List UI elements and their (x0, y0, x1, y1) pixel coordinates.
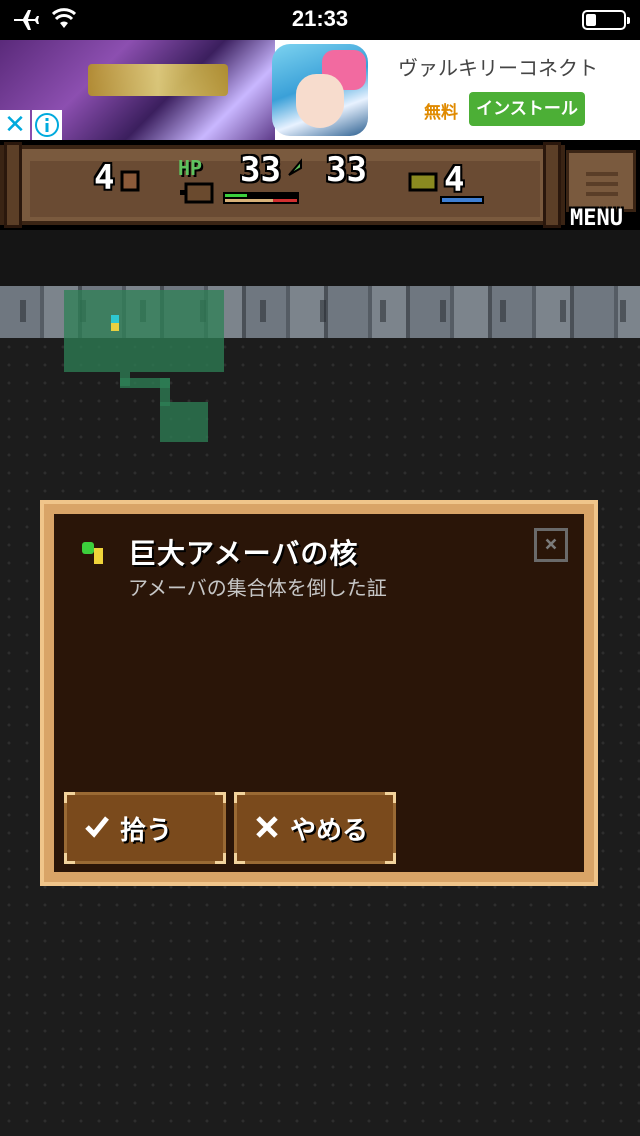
ad-title[interactable]: ヴァルキリーコネクト (398, 52, 598, 81)
cancel-label[interactable]: やめる (290, 810, 368, 847)
hp-bar (223, 192, 299, 204)
hud-post-left (4, 142, 22, 228)
pickup-button[interactable]: 拾う (64, 792, 226, 864)
item-description: アメーバの集合体を倒した証 (128, 576, 387, 600)
dialog-close-button[interactable]: × (534, 528, 568, 562)
key-count: 4 (444, 160, 465, 200)
item-name: 巨大アメーバの核 (128, 537, 359, 570)
dungeon-void (0, 230, 640, 286)
menu-button[interactable]: MENU (566, 150, 640, 231)
stairs-icon (120, 170, 140, 192)
explored-room-small (160, 402, 208, 442)
hp-max: 33 (326, 150, 367, 190)
key-bar (440, 196, 484, 204)
cross-icon (256, 816, 278, 838)
ad-banner[interactable]: ヴァルキリーコネクト 無料 インストール ✕ (0, 40, 640, 140)
explored-room (64, 290, 224, 372)
pickup-label[interactable]: 拾う (120, 810, 172, 847)
battery-icon (582, 10, 630, 30)
ad-app-icon[interactable] (272, 44, 368, 136)
key-icon (408, 172, 438, 192)
ad-info-icon[interactable] (32, 110, 62, 140)
hud-post-right (543, 142, 561, 228)
hud-bar (0, 145, 565, 225)
floor-number: 4 (94, 158, 115, 198)
leaf-icon (288, 158, 302, 176)
check-icon (85, 816, 109, 838)
item-core-icon (82, 540, 110, 568)
player-character (111, 315, 119, 331)
hp-current: 33 (240, 150, 281, 190)
cancel-button[interactable]: やめる (234, 792, 396, 864)
menu-list-icon[interactable] (566, 150, 636, 212)
clock: 21:33 (291, 6, 349, 31)
menu-label[interactable]: MENU (570, 206, 623, 231)
ad-price: 無料 (424, 103, 458, 123)
hp-label: HP (178, 156, 203, 180)
ad-install-button[interactable]: インストール (469, 92, 585, 126)
hp-potion-icon (180, 182, 214, 204)
ad-close-button[interactable]: ✕ (0, 110, 30, 140)
status-bar: 21:33 (0, 0, 640, 40)
